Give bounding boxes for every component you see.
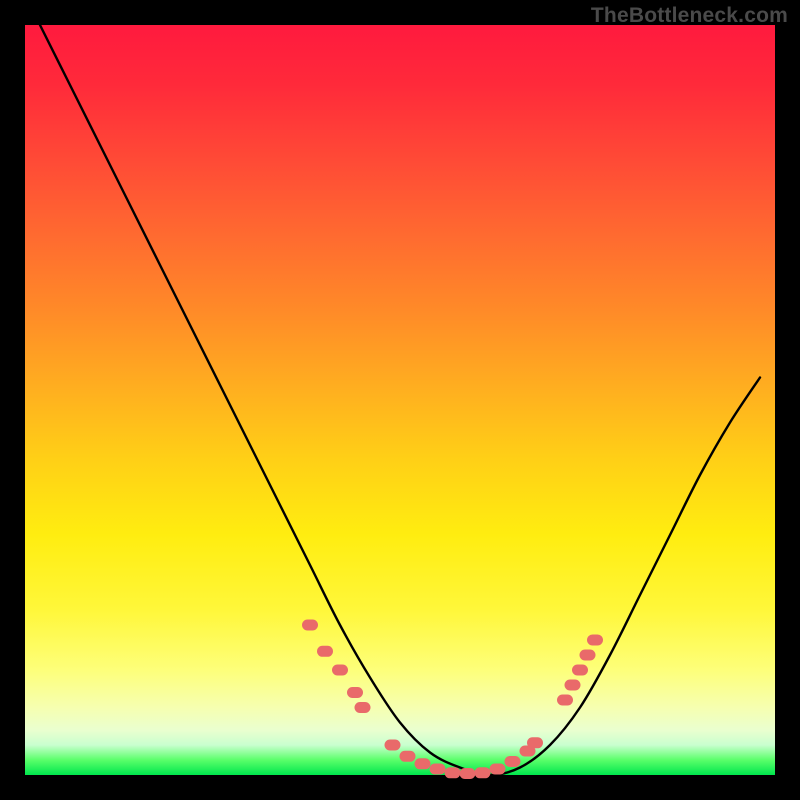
curve-marker <box>527 737 543 748</box>
curve-marker <box>332 665 348 676</box>
chart-svg <box>25 25 775 775</box>
curve-marker <box>460 768 476 779</box>
curve-marker <box>587 635 603 646</box>
curve-layer <box>40 25 760 775</box>
curve-marker <box>302 620 318 631</box>
curve-marker <box>385 740 401 751</box>
curve-marker <box>490 764 506 775</box>
curve-marker <box>475 767 491 778</box>
curve-marker <box>347 687 363 698</box>
curve-marker <box>400 751 416 762</box>
chart-frame: TheBottleneck.com <box>0 0 800 800</box>
plot-area <box>25 25 775 775</box>
curve-marker <box>565 680 581 691</box>
curve-marker <box>355 702 371 713</box>
bottleneck-curve <box>40 25 760 775</box>
curve-marker <box>317 646 333 657</box>
curve-marker <box>557 695 573 706</box>
curve-marker <box>505 756 521 767</box>
curve-marker <box>415 758 431 769</box>
marker-layer <box>302 620 603 780</box>
curve-marker <box>580 650 596 661</box>
curve-marker <box>445 767 461 778</box>
curve-marker <box>430 764 446 775</box>
curve-marker <box>572 665 588 676</box>
watermark-text: TheBottleneck.com <box>591 4 788 28</box>
